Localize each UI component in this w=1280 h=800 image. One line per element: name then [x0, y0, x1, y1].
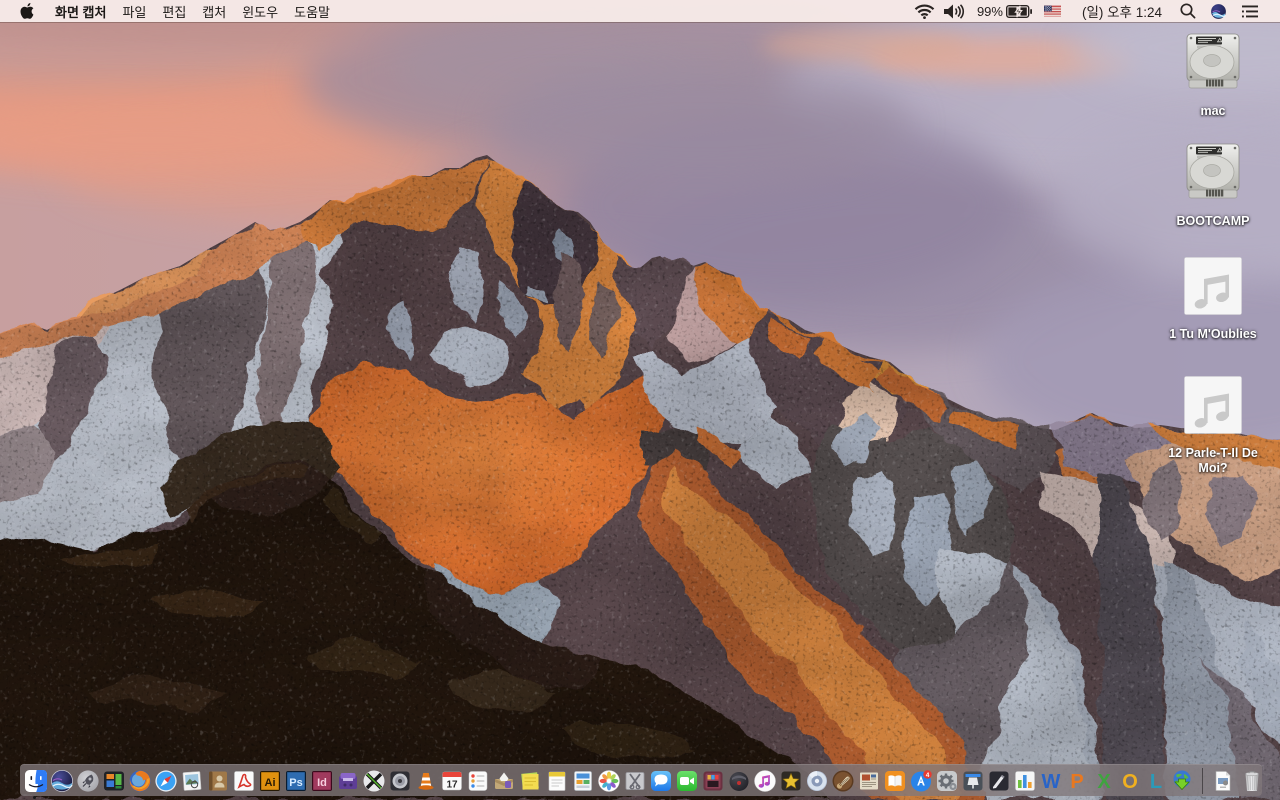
svg-text:Ai: Ai [265, 777, 276, 789]
svg-text:Ps: Ps [289, 777, 302, 789]
svg-text:X: X [1097, 771, 1111, 792]
svg-text:17: 17 [447, 779, 459, 790]
svg-text:Id: Id [317, 777, 327, 789]
svg-text:P: P [1071, 771, 1084, 792]
svg-text:4: 4 [926, 772, 930, 779]
svg-text:L: L [1150, 771, 1162, 792]
svg-text:W: W [1042, 771, 1061, 792]
svg-text:O: O [1122, 771, 1138, 792]
